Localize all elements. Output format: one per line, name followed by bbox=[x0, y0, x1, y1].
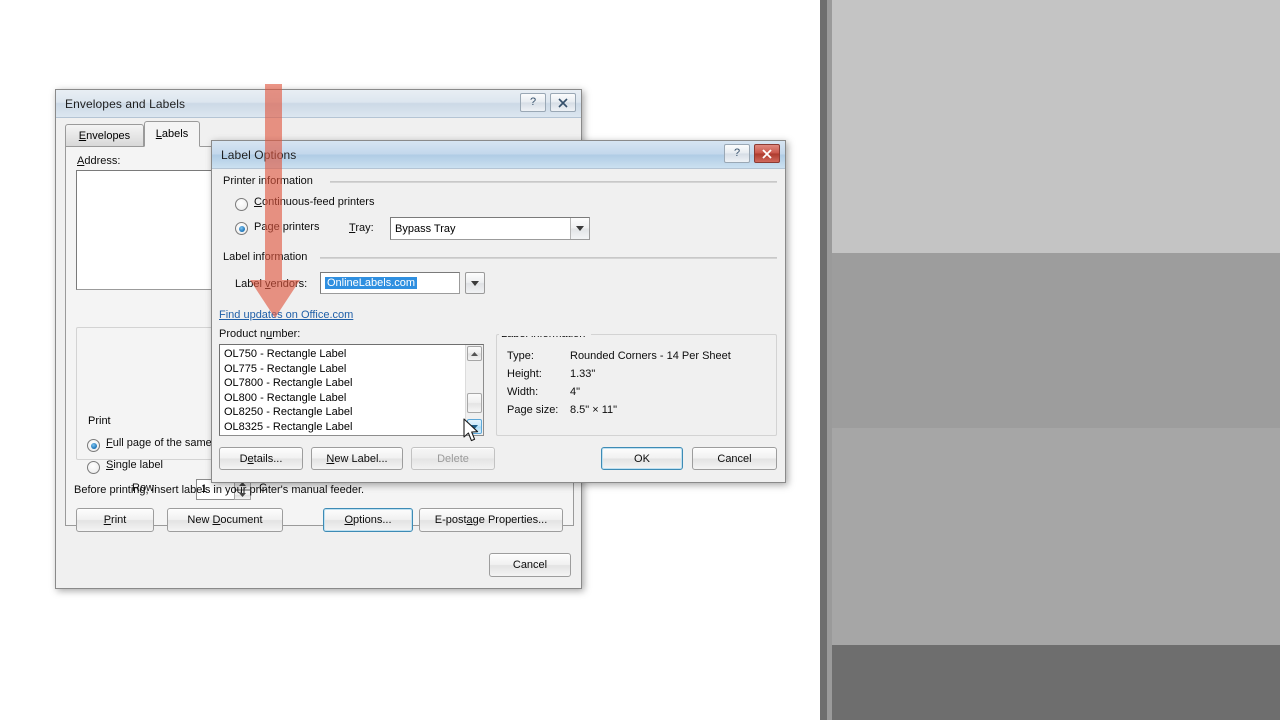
chevron-down-icon[interactable] bbox=[570, 218, 589, 239]
label-info-pagesize-key: Page size: bbox=[507, 404, 559, 416]
options-button[interactable]: Options... bbox=[323, 508, 413, 532]
product-list-scrollbar[interactable] bbox=[465, 345, 483, 435]
close-icon[interactable] bbox=[550, 93, 576, 112]
new-label-button-label: New Label... bbox=[326, 452, 388, 465]
gray-band-4 bbox=[820, 645, 1280, 720]
right-gray-panel bbox=[820, 0, 1280, 720]
label-info-width-key: Width: bbox=[507, 386, 539, 398]
dialog-hint: Before printing, insert labels in your p… bbox=[74, 484, 365, 496]
label-info-height-value: 1.33" bbox=[570, 368, 596, 380]
label-information-legend: Label information bbox=[223, 251, 308, 263]
legend-mask bbox=[499, 328, 591, 336]
label-options-titlebar[interactable]: Label Options ? bbox=[212, 141, 785, 169]
label-options-cancel-label: Cancel bbox=[717, 452, 752, 465]
ok-button[interactable]: OK bbox=[601, 447, 683, 470]
scrollbar-thumb[interactable] bbox=[467, 393, 482, 413]
ok-button-label: OK bbox=[634, 452, 650, 465]
list-item[interactable]: OL8325 - Rectangle Label bbox=[220, 420, 483, 435]
printer-information-divider bbox=[330, 181, 777, 183]
label-vendors-combobox[interactable]: OnlineLabels.com bbox=[320, 272, 460, 294]
e-postage-properties-button[interactable]: E-postage Properties... bbox=[419, 508, 563, 532]
print-group-legend: Print bbox=[84, 415, 115, 427]
panel-left-edge bbox=[820, 0, 827, 720]
details-button[interactable]: Details... bbox=[219, 447, 303, 470]
product-list: OL750 - Rectangle Label OL775 - Rectangl… bbox=[220, 345, 483, 434]
gray-band-3 bbox=[820, 428, 1280, 645]
envelopes-titlebar-buttons: ? bbox=[520, 93, 576, 112]
tab-labels[interactable]: Labels bbox=[144, 121, 200, 147]
list-item[interactable]: OL800 - Rectangle Label bbox=[220, 391, 483, 406]
label-vendors-value: OnlineLabels.com bbox=[325, 277, 418, 289]
help-icon[interactable]: ? bbox=[520, 93, 546, 112]
label-options-title: Label Options bbox=[221, 147, 297, 162]
print-button[interactable]: Print bbox=[76, 508, 154, 532]
e-postage-button-label: E-postage Properties... bbox=[434, 514, 548, 526]
screen: Envelopes and Labels ? Envelopes Labels bbox=[0, 0, 1280, 720]
gray-band-2 bbox=[820, 253, 1280, 428]
label-options-dialog: Label Options ? Printer information Cont… bbox=[211, 140, 786, 483]
radio-single-label[interactable] bbox=[87, 461, 100, 474]
label-vendors-label: Label vendors: bbox=[235, 278, 308, 290]
label-options-cancel-button[interactable]: Cancel bbox=[692, 447, 777, 470]
new-label-button[interactable]: New Label... bbox=[311, 447, 403, 470]
delete-button-label: Delete bbox=[437, 452, 469, 465]
tray-label: Tray: bbox=[349, 222, 374, 234]
list-item[interactable]: OL8250 - Rectangle Label bbox=[220, 405, 483, 420]
radio-continuous-feed[interactable] bbox=[235, 198, 248, 211]
tab-labels-label: Labels bbox=[155, 128, 189, 140]
options-button-label: Options... bbox=[344, 514, 392, 526]
address-label: Address: bbox=[77, 155, 121, 167]
envelopes-dialog-titlebar[interactable]: Envelopes and Labels ? bbox=[56, 90, 581, 118]
product-number-listbox[interactable]: OL750 - Rectangle Label OL775 - Rectangl… bbox=[219, 344, 484, 436]
radio-single-label-label: Single label bbox=[106, 459, 163, 471]
radio-page-printers-label: Page printers bbox=[254, 221, 320, 233]
tray-value: Bypass Tray bbox=[395, 222, 456, 235]
new-document-button-label: New Document bbox=[187, 514, 263, 526]
envelopes-cancel-label: Cancel bbox=[512, 559, 548, 571]
scroll-down-icon[interactable] bbox=[467, 419, 482, 434]
details-button-label: Details... bbox=[239, 452, 283, 465]
envelopes-dialog-title: Envelopes and Labels bbox=[65, 96, 186, 111]
list-item[interactable]: OL7800 - Rectangle Label bbox=[220, 376, 483, 391]
tab-envelopes-rest: nvelopes bbox=[86, 130, 131, 142]
radio-page-printers[interactable] bbox=[235, 222, 248, 235]
radio-full-page[interactable] bbox=[87, 439, 100, 452]
printer-information-legend: Printer information bbox=[223, 175, 313, 187]
panel-left-edge-2 bbox=[827, 0, 832, 720]
print-button-label: Print bbox=[103, 514, 127, 526]
product-number-legend: Product number: bbox=[219, 328, 301, 340]
help-icon[interactable]: ? bbox=[724, 144, 750, 163]
new-document-button[interactable]: New Document bbox=[167, 508, 283, 532]
envelopes-cancel-button[interactable]: Cancel bbox=[489, 553, 571, 577]
list-item[interactable]: OL775 - Rectangle Label bbox=[220, 362, 483, 377]
close-icon[interactable] bbox=[754, 144, 780, 163]
label-vendors-chevron-down-icon[interactable] bbox=[465, 272, 485, 294]
label-info-width-value: 4" bbox=[570, 386, 581, 398]
list-item[interactable]: OL750 - Rectangle Label bbox=[220, 347, 483, 362]
scroll-up-icon[interactable] bbox=[467, 346, 482, 361]
label-info-type-value: Rounded Corners - 14 Per Sheet bbox=[570, 350, 731, 362]
label-info-type-key: Type: bbox=[507, 350, 534, 362]
label-info-height-key: Height: bbox=[507, 368, 542, 380]
find-updates-link[interactable]: Find updates on Office.com bbox=[219, 309, 353, 321]
delete-button: Delete bbox=[411, 447, 495, 470]
tray-combobox[interactable]: Bypass Tray bbox=[390, 217, 590, 240]
tab-envelopes-label: Envelopes bbox=[78, 130, 131, 142]
tab-envelopes[interactable]: Envelopes bbox=[65, 124, 144, 147]
label-options-titlebar-buttons: ? bbox=[724, 144, 780, 163]
label-information-divider bbox=[320, 257, 777, 259]
radio-continuous-feed-label: Continuous-feed printers bbox=[254, 196, 375, 208]
gray-band-1 bbox=[820, 0, 1280, 253]
label-info-pagesize-value: 8.5" × 11" bbox=[570, 404, 618, 416]
